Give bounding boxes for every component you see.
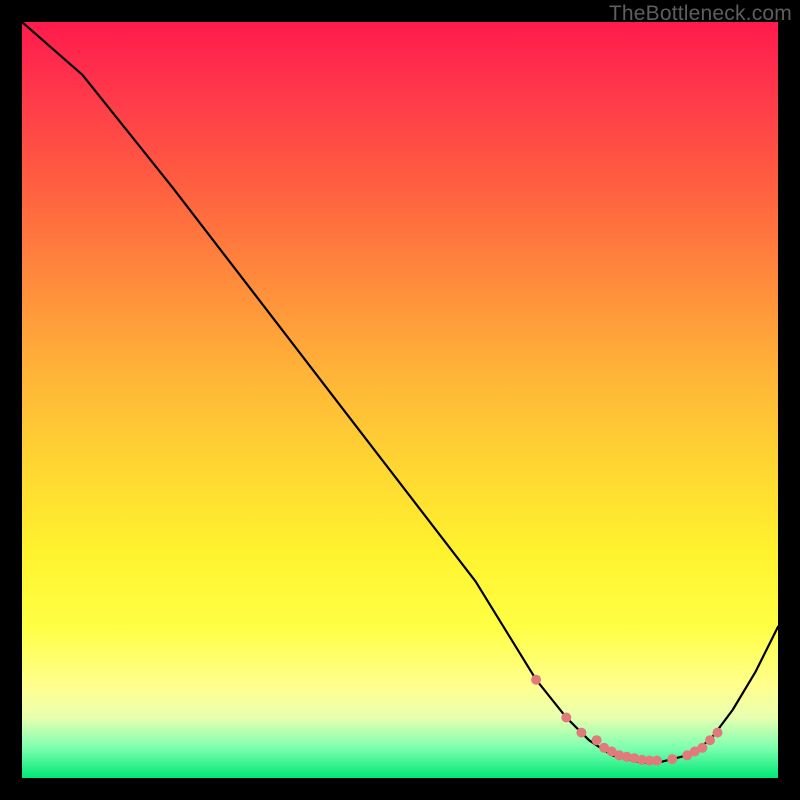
- curve-path: [22, 22, 778, 763]
- watermark-text: TheBottleneck.com: [609, 2, 792, 26]
- marker-dot: [667, 754, 677, 764]
- marker-dot: [652, 756, 662, 766]
- marker-dot: [561, 713, 571, 723]
- marker-dot: [697, 743, 707, 753]
- line-series: [22, 22, 778, 763]
- marker-dot: [531, 675, 541, 685]
- marker-dot: [592, 735, 602, 745]
- chart-svg: [22, 22, 778, 778]
- marker-series: [531, 675, 722, 766]
- marker-dot: [705, 735, 715, 745]
- marker-dot: [713, 728, 723, 738]
- plot-area: [22, 22, 778, 778]
- chart-frame: TheBottleneck.com: [0, 0, 800, 800]
- marker-dot: [576, 728, 586, 738]
